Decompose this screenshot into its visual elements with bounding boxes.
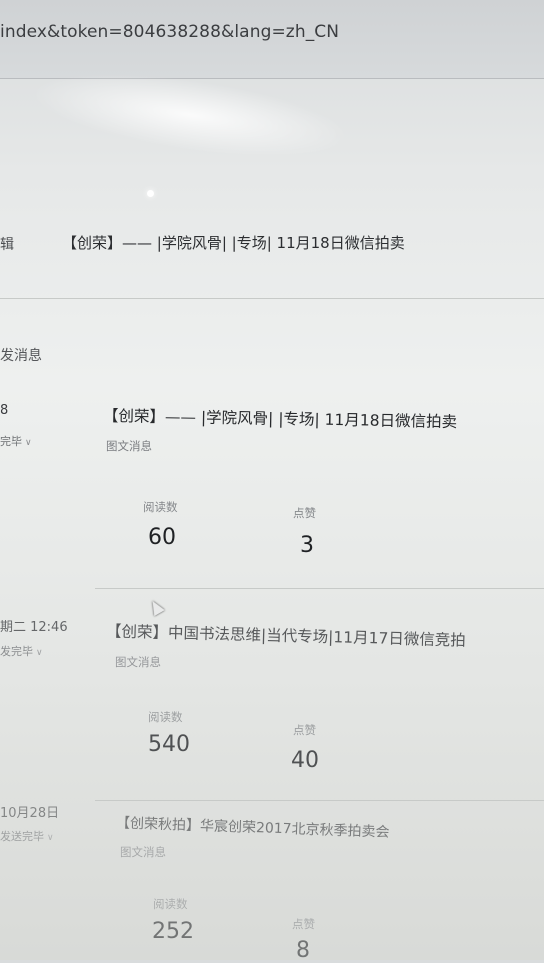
reads-count: 252	[152, 919, 194, 944]
likes-label: 点赞	[292, 917, 315, 931]
message-status[interactable]: 完毕 ∨	[0, 433, 32, 449]
reads-count: 540	[148, 732, 190, 757]
message-date: 期二 12:46	[0, 620, 68, 635]
message-status[interactable]: 发完毕 ∨	[0, 643, 43, 659]
divider	[95, 800, 544, 801]
likes-label: 点赞	[293, 723, 316, 737]
likes-count: 3	[300, 533, 314, 558]
chevron-down-icon: ∨	[36, 648, 43, 658]
divider	[95, 588, 544, 589]
draft-row-label: 辑	[0, 237, 14, 253]
reads-label: 阅读数	[143, 500, 178, 514]
message-title[interactable]: 【创荣】中国书法思维|当代专场|11月17日微信竞拍	[106, 619, 466, 650]
likes-label: 点赞	[293, 506, 316, 520]
section-title: 发消息	[0, 348, 42, 364]
message-title[interactable]: 【创荣】—— |学院风骨| |专场| 11月18日微信拍卖	[103, 404, 457, 432]
likes-count: 40	[291, 748, 319, 773]
reads-count: 60	[148, 525, 176, 550]
url-text[interactable]: index&token=804638288&lang=zh_CN	[0, 22, 339, 42]
message-date: 8	[0, 403, 9, 418]
message-type: 图文消息	[120, 845, 166, 859]
message-status[interactable]: 发送完毕 ∨	[0, 828, 54, 844]
cursor-reflection	[147, 190, 154, 197]
message-date: 10月28日	[0, 806, 60, 821]
draft-row-title[interactable]: 【创荣】—— |学院风骨| |专场| 11月18日微信拍卖	[62, 232, 405, 253]
draft-row[interactable]: 辑 【创荣】—— |学院风骨| |专场| 11月18日微信拍卖	[0, 228, 544, 258]
status-text: 完毕	[0, 435, 22, 448]
reads-label: 阅读数	[148, 710, 183, 724]
message-type: 图文消息	[115, 655, 161, 669]
chevron-down-icon: ∨	[47, 833, 54, 843]
reads-label: 阅读数	[153, 897, 188, 911]
likes-count: 8	[296, 938, 310, 963]
message-title[interactable]: 【创荣秋拍】华宸创荣2017北京秋季拍卖会	[116, 812, 390, 842]
message-type: 图文消息	[106, 439, 152, 453]
status-text: 发送完毕	[0, 830, 44, 843]
divider	[0, 298, 544, 299]
mouse-pointer-icon	[147, 597, 165, 617]
chevron-down-icon: ∨	[25, 438, 32, 448]
status-text: 发完毕	[0, 645, 33, 658]
